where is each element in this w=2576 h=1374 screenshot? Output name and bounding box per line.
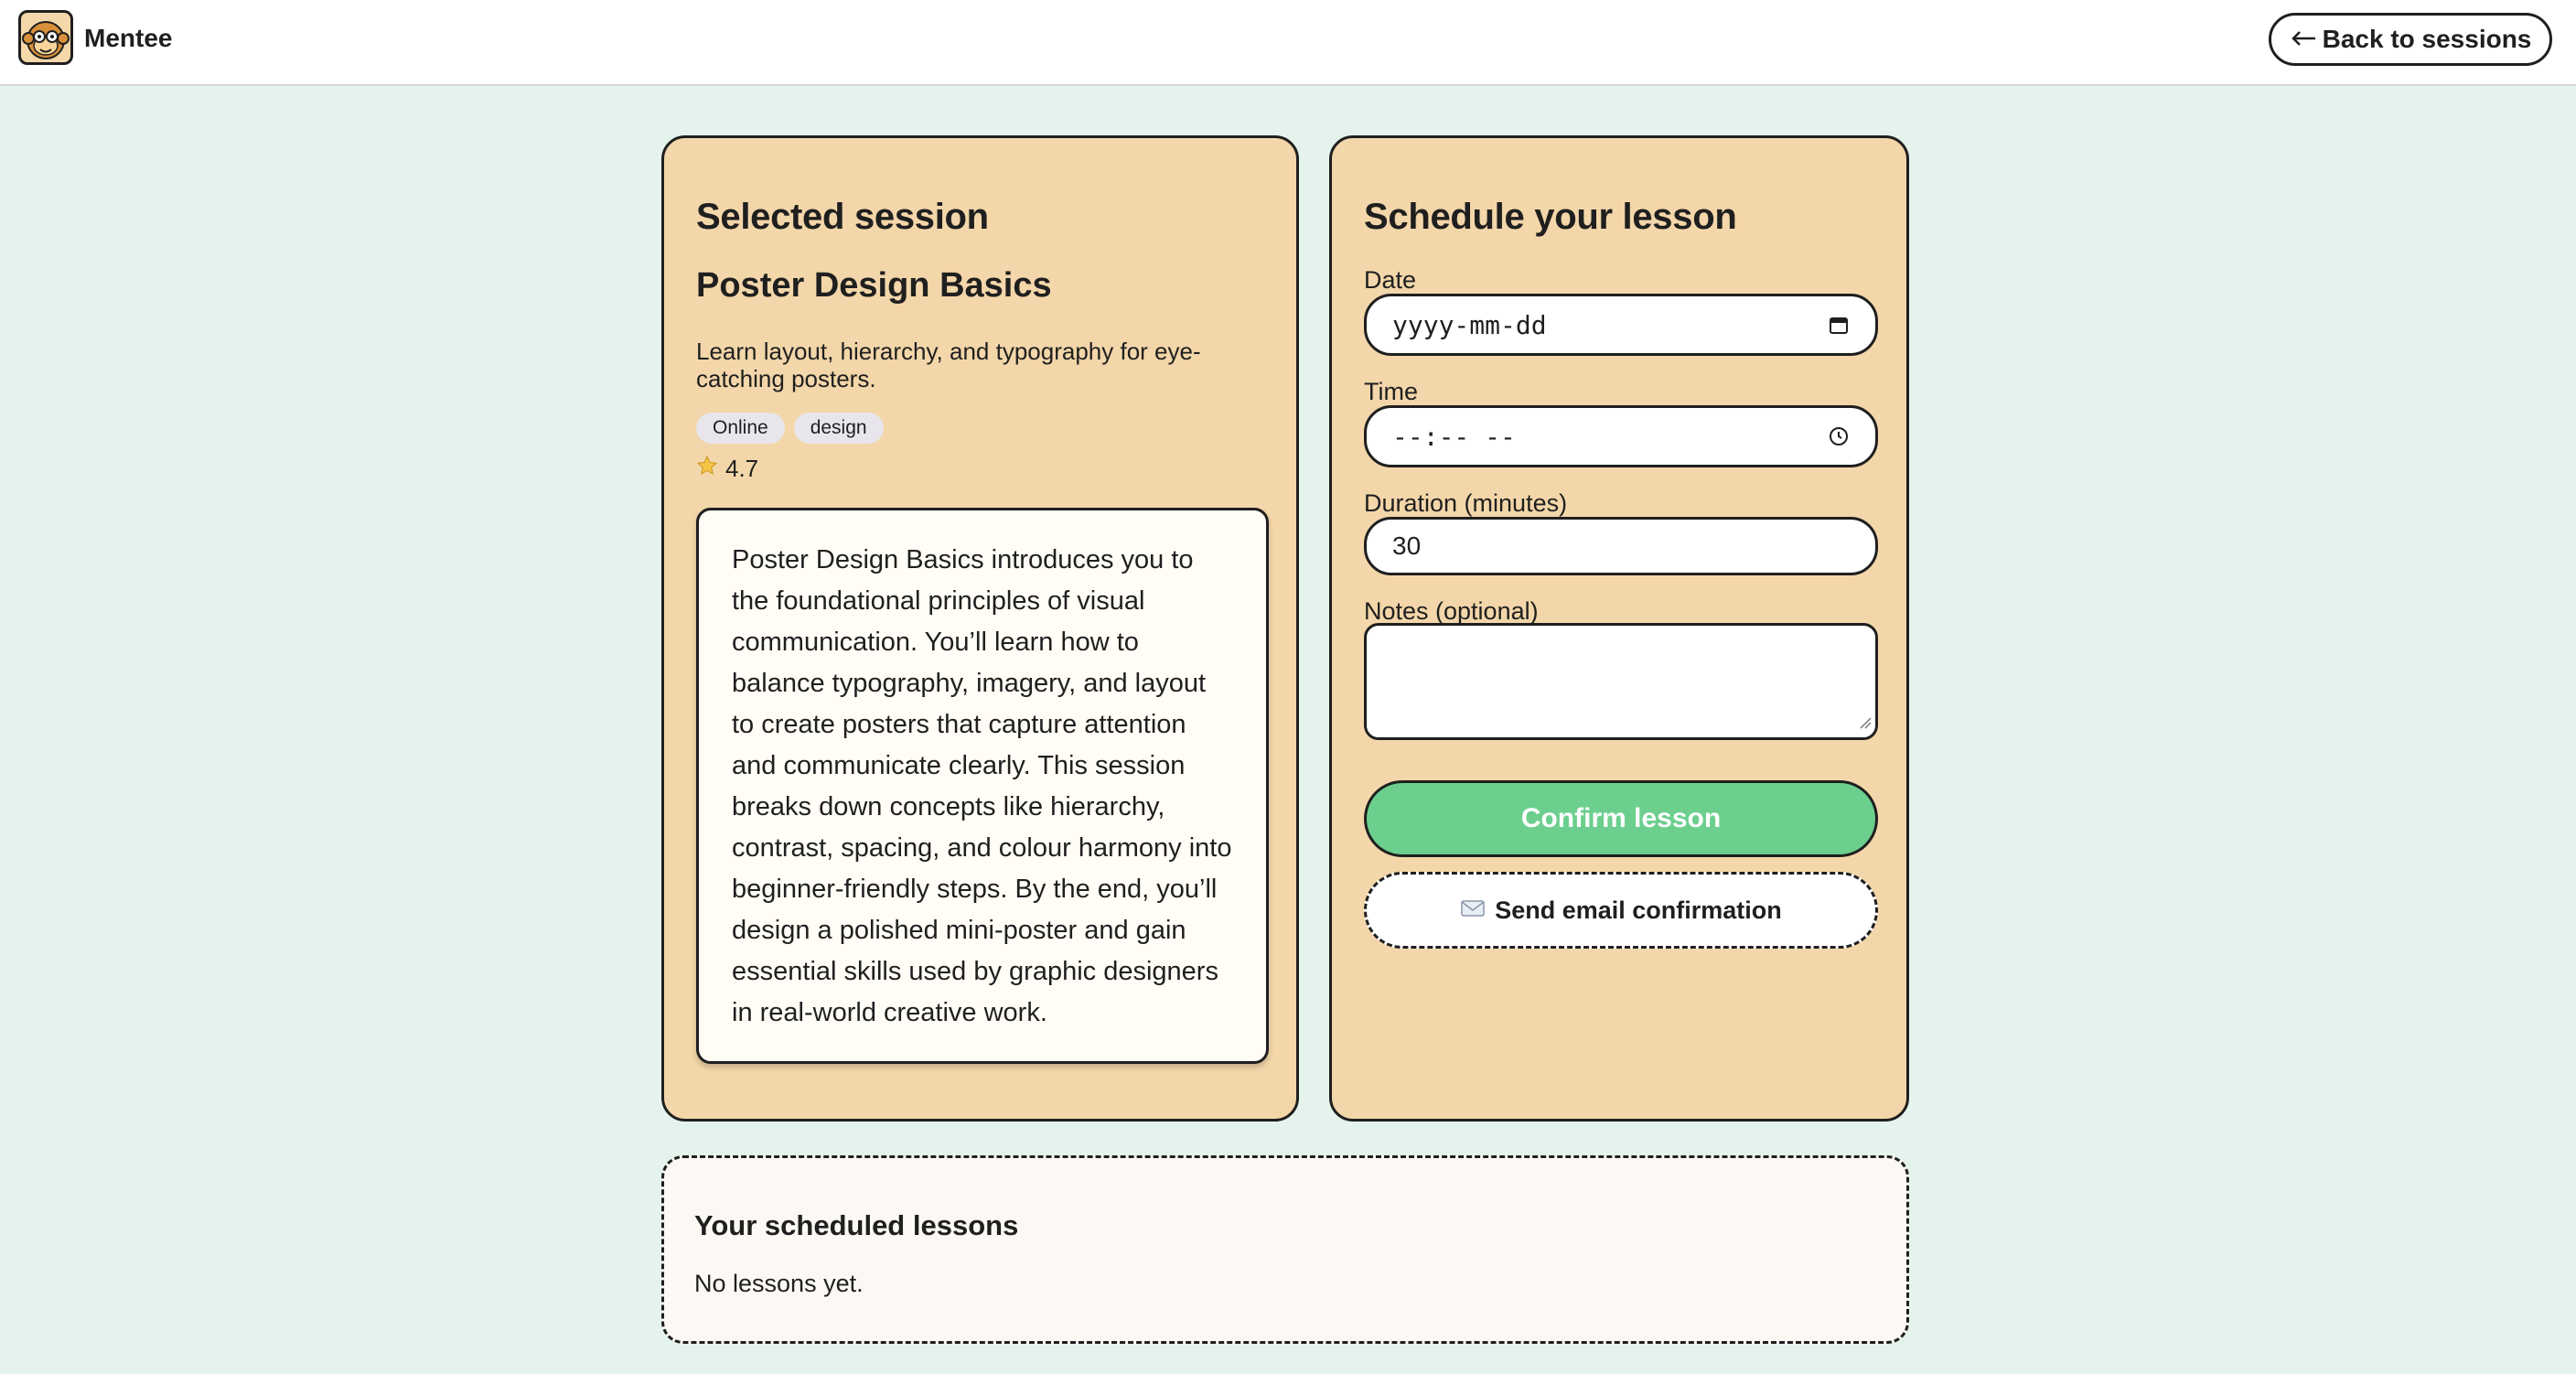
duration-value: 30 (1392, 531, 1422, 560)
session-tags: Online design (696, 413, 884, 444)
top-bar: Mentee Back to sessions (0, 0, 2576, 86)
brand-name: Mentee (84, 24, 173, 52)
tag-design: design (793, 413, 884, 444)
send-email-label: Send email confirmation (1495, 896, 1782, 924)
scheduled-lessons-heading: Your scheduled lessons (694, 1209, 1019, 1241)
back-to-sessions-button[interactable]: Back to sessions (2269, 13, 2552, 66)
calendar-icon[interactable] (1828, 314, 1850, 336)
notes-textarea[interactable] (1364, 623, 1878, 740)
schedule-lesson-card: Schedule your lesson Date yyyy-mm-dd Tim… (1329, 135, 1909, 1122)
selected-session-card: Selected session Poster Design Basics Le… (661, 135, 1299, 1122)
session-description: Poster Design Basics introduces you to t… (696, 508, 1269, 1064)
resize-grip-icon[interactable] (1859, 716, 1872, 734)
session-summary: Learn layout, hierarchy, and typography … (696, 338, 1201, 392)
time-input[interactable]: --:-- -- (1364, 405, 1878, 467)
time-placeholder: --:-- -- (1392, 421, 1516, 452)
arrow-left-icon (2290, 25, 2317, 54)
date-label: Date (1364, 266, 1417, 294)
monkey-logo-icon[interactable] (18, 10, 73, 65)
no-lessons-text: No lessons yet. (694, 1270, 864, 1297)
rating-value: 4.7 (725, 455, 759, 482)
star-icon (696, 455, 718, 483)
envelope-icon (1460, 896, 1486, 925)
time-label: Time (1364, 378, 1418, 405)
selected-session-heading: Selected session (696, 197, 989, 237)
back-to-sessions-label: Back to sessions (2322, 25, 2532, 53)
schedule-heading: Schedule your lesson (1364, 197, 1737, 237)
clock-icon[interactable] (1828, 425, 1850, 447)
confirm-lesson-button[interactable]: Confirm lesson (1364, 780, 1878, 857)
session-name: Poster Design Basics (696, 266, 1052, 305)
notes-label: Notes (optional) (1364, 597, 1539, 625)
date-input[interactable]: yyyy-mm-dd (1364, 294, 1878, 356)
send-email-confirmation-button[interactable]: Send email confirmation (1364, 872, 1878, 949)
duration-input[interactable]: 30 (1364, 517, 1878, 575)
session-rating: 4.7 (696, 455, 758, 483)
duration-label: Duration (minutes) (1364, 489, 1568, 517)
date-placeholder: yyyy-mm-dd (1392, 309, 1547, 340)
tag-online: Online (696, 413, 785, 444)
scheduled-lessons-panel: Your scheduled lessons No lessons yet. (661, 1155, 1909, 1344)
